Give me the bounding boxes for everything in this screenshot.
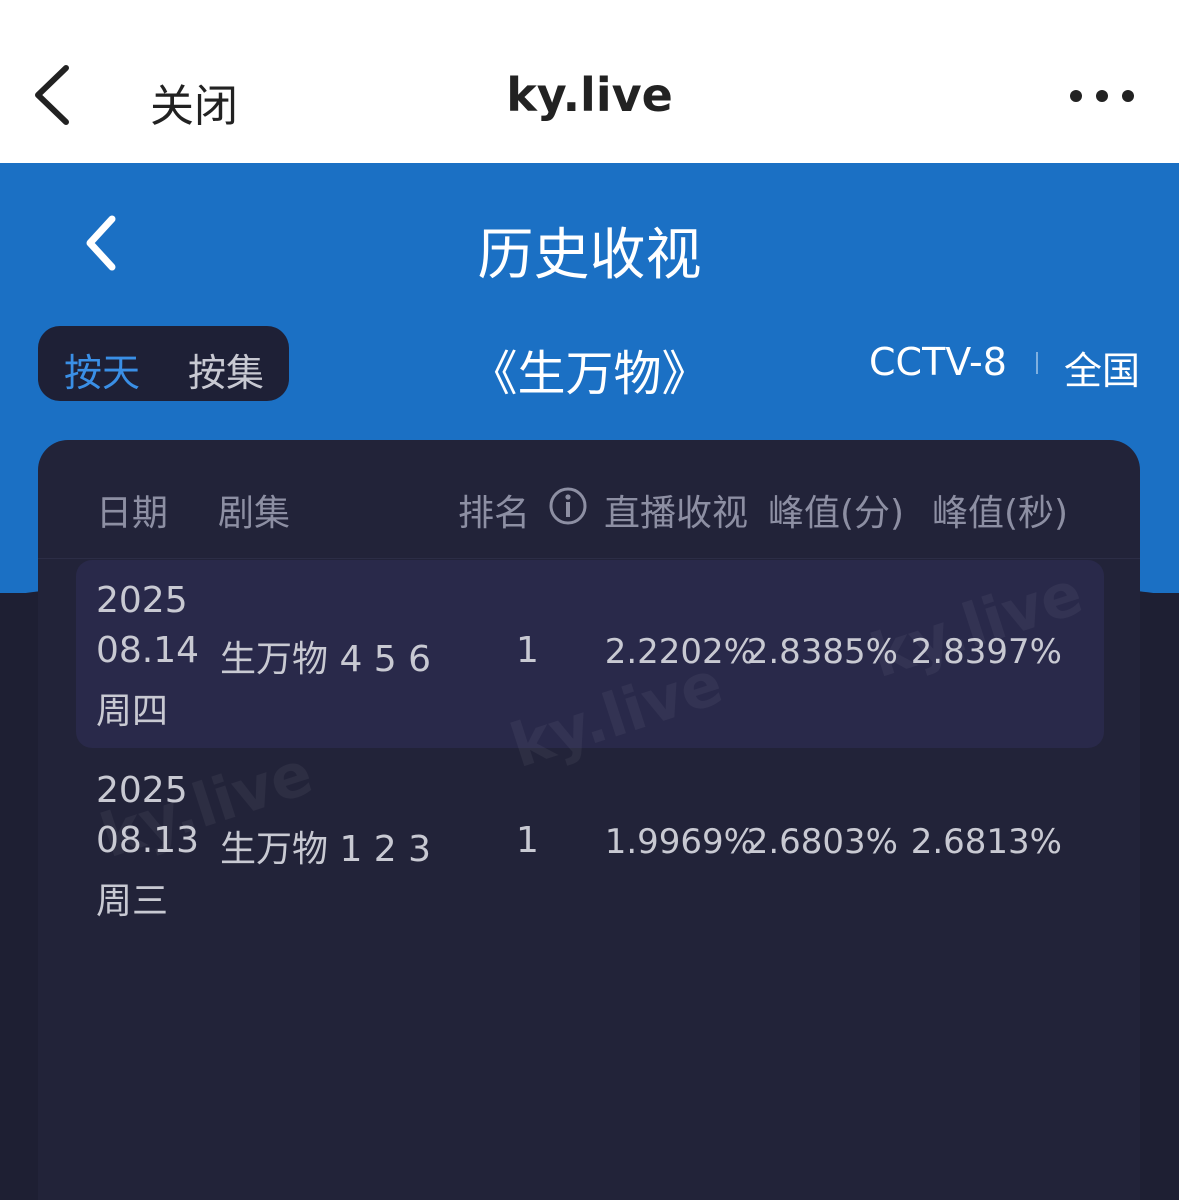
divider	[1036, 352, 1038, 374]
row-rank: 1	[516, 820, 539, 861]
column-live-rating: 直播收视	[604, 493, 749, 534]
row-live-rating: 1.9969%	[604, 822, 756, 862]
column-episodes: 剧集	[218, 493, 291, 534]
row-year: 2025	[96, 580, 188, 621]
column-rank: 排名	[458, 493, 531, 534]
row-episodes: 生万物 4 5 6	[220, 639, 432, 680]
browser-title: ky.live	[506, 68, 673, 122]
row-rank: 1	[516, 630, 539, 671]
ratings-table: 日期 剧集 排名 直播收视 峰值(分) 峰值(秒) 2025 08.14 周四 …	[38, 440, 1140, 1200]
browser-top-bar: 关闭 ky.live	[0, 0, 1179, 163]
row-peak-second: 2.6813%	[910, 822, 1062, 862]
region-label[interactable]: 全国	[1064, 340, 1140, 395]
info-icon[interactable]	[548, 486, 588, 526]
table-header: 日期 剧集 排名 直播收视 峰值(分) 峰值(秒)	[38, 440, 1140, 559]
more-options-icon[interactable]	[1066, 86, 1146, 106]
row-weekday: 周三	[96, 881, 169, 922]
column-peak-minute: 峰值(分)	[768, 493, 905, 534]
channel-label[interactable]: CCTV-8	[869, 340, 1007, 384]
page-title: 历史收视	[477, 223, 702, 288]
row-date: 08.14	[96, 630, 200, 671]
row-weekday: 周四	[96, 691, 169, 732]
column-peak-second: 峰值(秒)	[932, 493, 1069, 534]
column-date: 日期	[96, 493, 169, 534]
row-peak-minute: 2.6803%	[746, 822, 898, 862]
row-episodes: 生万物 1 2 3	[220, 829, 432, 870]
